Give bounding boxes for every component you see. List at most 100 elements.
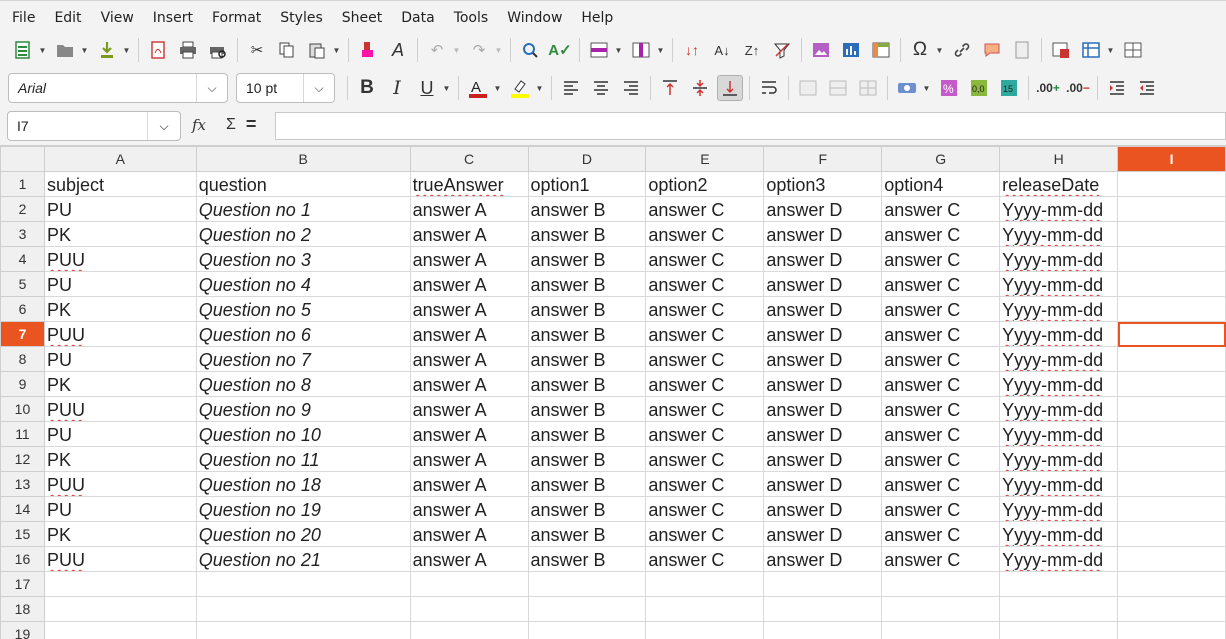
cell-b17[interactable] [195, 571, 411, 597]
row-header[interactable]: 9 [0, 371, 45, 397]
row-icon[interactable] [586, 37, 612, 63]
chevron-down-icon[interactable]: ▼ [614, 37, 623, 63]
chevron-down-icon[interactable]: ▼ [122, 37, 131, 63]
cell-i8[interactable] [1117, 346, 1226, 372]
chevron-down-icon[interactable]: ⌵ [303, 74, 334, 102]
cell-b8[interactable]: Question no 7 [195, 346, 411, 372]
cell-a16[interactable]: PUU [43, 546, 197, 572]
cell-i1[interactable] [1117, 171, 1226, 197]
cell-i4[interactable] [1117, 246, 1226, 272]
row-header[interactable]: 1 [0, 171, 45, 197]
cell-d19[interactable] [527, 621, 647, 639]
print-preview-icon[interactable] [205, 37, 231, 63]
number-format-icon[interactable]: 0,0 [966, 75, 992, 101]
autofilter-icon[interactable] [769, 37, 795, 63]
cell-e19[interactable] [645, 621, 765, 639]
cell-f1[interactable]: option3 [763, 171, 883, 197]
row-header[interactable]: 18 [0, 596, 45, 622]
row-header[interactable]: 10 [0, 396, 45, 422]
cell-h19[interactable] [999, 621, 1119, 639]
name-box-value[interactable]: I7 [8, 118, 147, 134]
cell-a10[interactable]: PUU [43, 396, 197, 422]
cell-g8[interactable]: answer C [881, 346, 1001, 372]
cell-b9[interactable]: Question no 8 [195, 371, 411, 397]
merge-cells-icon[interactable] [825, 75, 851, 101]
image-icon[interactable] [808, 37, 834, 63]
cell-b15[interactable]: Question no 20 [195, 521, 411, 547]
cell-d5[interactable]: answer B [527, 271, 647, 297]
cell-h11[interactable]: Yyyy-mm-dd [999, 421, 1119, 447]
cell-c13[interactable]: answer A [409, 471, 529, 497]
cell-c10[interactable]: answer A [409, 396, 529, 422]
row-header[interactable]: 15 [0, 521, 45, 547]
cut-icon[interactable]: ✂ [244, 37, 270, 63]
cell-a12[interactable]: PK [43, 446, 197, 472]
cell-c19[interactable] [409, 621, 529, 639]
row-header[interactable]: 13 [0, 471, 45, 497]
column-header-d[interactable]: D [527, 146, 647, 172]
cell-e2[interactable]: answer C [645, 196, 765, 222]
cell-h13[interactable]: Yyyy-mm-dd [999, 471, 1119, 497]
cell-e11[interactable]: answer C [645, 421, 765, 447]
bold-icon[interactable]: B [354, 75, 380, 101]
pivot-table-icon[interactable] [868, 37, 894, 63]
cell-b6[interactable]: Question no 5 [195, 296, 411, 322]
cell-h12[interactable]: Yyyy-mm-dd [999, 446, 1119, 472]
cell-d7[interactable]: answer B [527, 321, 647, 347]
freeze-panes-icon[interactable] [1078, 37, 1104, 63]
font-color-icon[interactable]: A [465, 75, 491, 101]
row-header[interactable]: 7 [0, 321, 45, 347]
cell-g18[interactable] [881, 596, 1001, 622]
cell-d10[interactable]: answer B [527, 396, 647, 422]
cell-d11[interactable]: answer B [527, 421, 647, 447]
cell-d13[interactable]: answer B [527, 471, 647, 497]
unmerge-cells-icon[interactable] [855, 75, 881, 101]
cell-h1[interactable]: releaseDate [999, 171, 1119, 197]
column-header-i[interactable]: I [1117, 146, 1226, 172]
cell-e5[interactable]: answer C [645, 271, 765, 297]
comment-icon[interactable] [979, 37, 1005, 63]
align-center-icon[interactable] [588, 75, 614, 101]
cell-c3[interactable]: answer A [409, 221, 529, 247]
cell-d9[interactable]: answer B [527, 371, 647, 397]
cell-d14[interactable]: answer B [527, 496, 647, 522]
currency-format-icon[interactable] [894, 75, 920, 101]
cell-i13[interactable] [1117, 471, 1226, 497]
cell-b18[interactable] [195, 596, 411, 622]
column-header-a[interactable]: A [43, 146, 197, 172]
italic-icon[interactable]: I [384, 75, 410, 101]
cell-d17[interactable] [527, 571, 647, 597]
chevron-down-icon[interactable]: ⌵ [196, 74, 227, 102]
cell-a13[interactable]: PUU [43, 471, 197, 497]
chevron-down-icon[interactable]: ▼ [452, 37, 461, 63]
menu-view[interactable]: View [92, 10, 144, 26]
cell-e16[interactable]: answer C [645, 546, 765, 572]
cell-a6[interactable]: PK [43, 296, 197, 322]
delete-decimal-icon[interactable]: .00− [1065, 75, 1091, 101]
cell-h16[interactable]: Yyyy-mm-dd [999, 546, 1119, 572]
cell-g4[interactable]: answer C [881, 246, 1001, 272]
cell-d4[interactable]: answer B [527, 246, 647, 272]
clone-formatting-icon[interactable] [355, 37, 381, 63]
cell-g17[interactable] [881, 571, 1001, 597]
header-footer-icon[interactable] [1009, 37, 1035, 63]
cell-h14[interactable]: Yyyy-mm-dd [999, 496, 1119, 522]
sum-icon[interactable]: Σ [226, 116, 236, 134]
menu-tools[interactable]: Tools [445, 10, 499, 26]
row-header[interactable]: 11 [0, 421, 45, 447]
formula-input[interactable] [275, 112, 1226, 140]
paste-icon[interactable] [304, 37, 330, 63]
cell-h6[interactable]: Yyyy-mm-dd [999, 296, 1119, 322]
date-format-icon[interactable]: 15 [996, 75, 1022, 101]
cell-i3[interactable] [1117, 221, 1226, 247]
cell-e3[interactable]: answer C [645, 221, 765, 247]
cell-f14[interactable]: answer D [763, 496, 883, 522]
new-document-icon[interactable] [10, 37, 36, 63]
redo-icon[interactable]: ↷ [466, 37, 492, 63]
row-header[interactable]: 4 [0, 246, 45, 272]
chevron-down-icon[interactable]: ▼ [535, 75, 544, 101]
menu-styles[interactable]: Styles [271, 10, 332, 26]
cell-i17[interactable] [1117, 571, 1226, 597]
save-icon[interactable] [94, 37, 120, 63]
chevron-down-icon[interactable]: ▼ [38, 37, 47, 63]
